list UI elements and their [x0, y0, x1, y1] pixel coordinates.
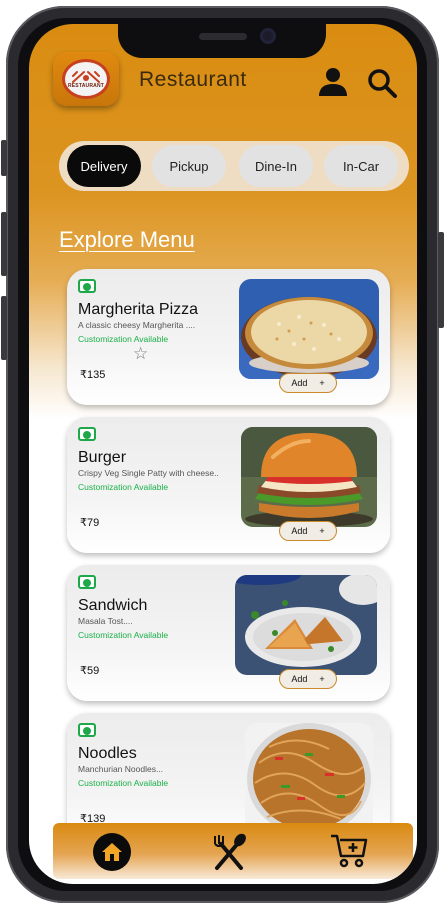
volume-down-button: [1, 296, 7, 360]
item-customization: Customization Available: [78, 778, 169, 788]
item-image-sandwich: [235, 575, 377, 675]
item-image-noodles: [245, 723, 373, 833]
add-button[interactable]: Add +: [279, 521, 337, 541]
user-icon[interactable]: [318, 66, 348, 96]
item-description: Manchurian Noodles...: [78, 764, 164, 774]
menu-card-burger[interactable]: Burger Crispy Veg Single Patty with chee…: [67, 417, 390, 553]
plus-icon: +: [319, 378, 325, 388]
notch: [118, 24, 326, 58]
item-name: Burger: [78, 449, 127, 466]
logo-badge: RESTAURANT: [62, 59, 110, 99]
item-description: Crispy Veg Single Patty with cheese..: [78, 468, 219, 478]
tab-delivery[interactable]: Delivery: [67, 145, 141, 187]
item-description: A classic cheesy Margherita ....: [78, 320, 196, 330]
item-customization: Customization Available: [78, 630, 169, 640]
item-customization: Customization Available: [78, 482, 169, 492]
front-camera: [260, 28, 276, 44]
item-image-pizza: [239, 279, 379, 379]
tab-pickup[interactable]: Pickup: [152, 145, 226, 187]
app-title: Restaurant: [139, 68, 247, 91]
item-description: Masala Tost....: [78, 616, 133, 626]
home-icon[interactable]: [93, 833, 131, 871]
item-price: ₹79: [80, 517, 100, 529]
item-customization: Customization Available: [78, 334, 169, 344]
add-button[interactable]: Add +: [279, 373, 337, 393]
veg-indicator-icon: [78, 279, 96, 293]
plus-icon: +: [319, 674, 325, 684]
cart-icon[interactable]: [329, 830, 369, 870]
veg-indicator-icon: [78, 575, 96, 589]
logo-text: RESTAURANT: [67, 83, 105, 89]
menu-card-pizza[interactable]: Margherita Pizza A classic cheesy Marghe…: [67, 269, 390, 405]
veg-indicator-icon: [78, 427, 96, 441]
restaurant-logo[interactable]: RESTAURANT: [53, 52, 119, 106]
search-icon[interactable]: [367, 68, 397, 98]
item-name: Noodles: [78, 745, 137, 762]
item-name: Margherita Pizza: [78, 301, 199, 318]
section-title: Explore Menu: [59, 227, 195, 252]
tab-in-car[interactable]: In-Car: [324, 145, 398, 187]
plus-icon: +: [319, 526, 325, 536]
menu-card-sandwich[interactable]: Sandwich Masala Tost.... Customization A…: [67, 565, 390, 701]
veg-indicator-icon: [78, 723, 96, 737]
add-button[interactable]: Add +: [279, 669, 337, 689]
mute-switch: [1, 140, 7, 176]
logo-utensils-icon: [72, 71, 100, 83]
power-button: [438, 232, 444, 328]
add-label: Add: [291, 526, 308, 536]
dining-icon[interactable]: [209, 832, 249, 872]
app-screen: RESTAURANT Restaurant Delivery Pickup Di…: [29, 24, 417, 884]
item-price: ₹135: [80, 369, 106, 381]
star-icon[interactable]: ☆: [133, 345, 148, 362]
item-image-burger: [241, 427, 377, 527]
item-price: ₹59: [80, 665, 100, 677]
order-type-tabs: Delivery Pickup Dine-In In-Car: [59, 141, 409, 191]
add-label: Add: [291, 378, 308, 388]
volume-up-button: [1, 212, 7, 276]
item-name: Sandwich: [78, 597, 148, 614]
add-label: Add: [291, 674, 308, 684]
tab-dine-in[interactable]: Dine-In: [239, 145, 313, 187]
speaker: [199, 33, 247, 40]
